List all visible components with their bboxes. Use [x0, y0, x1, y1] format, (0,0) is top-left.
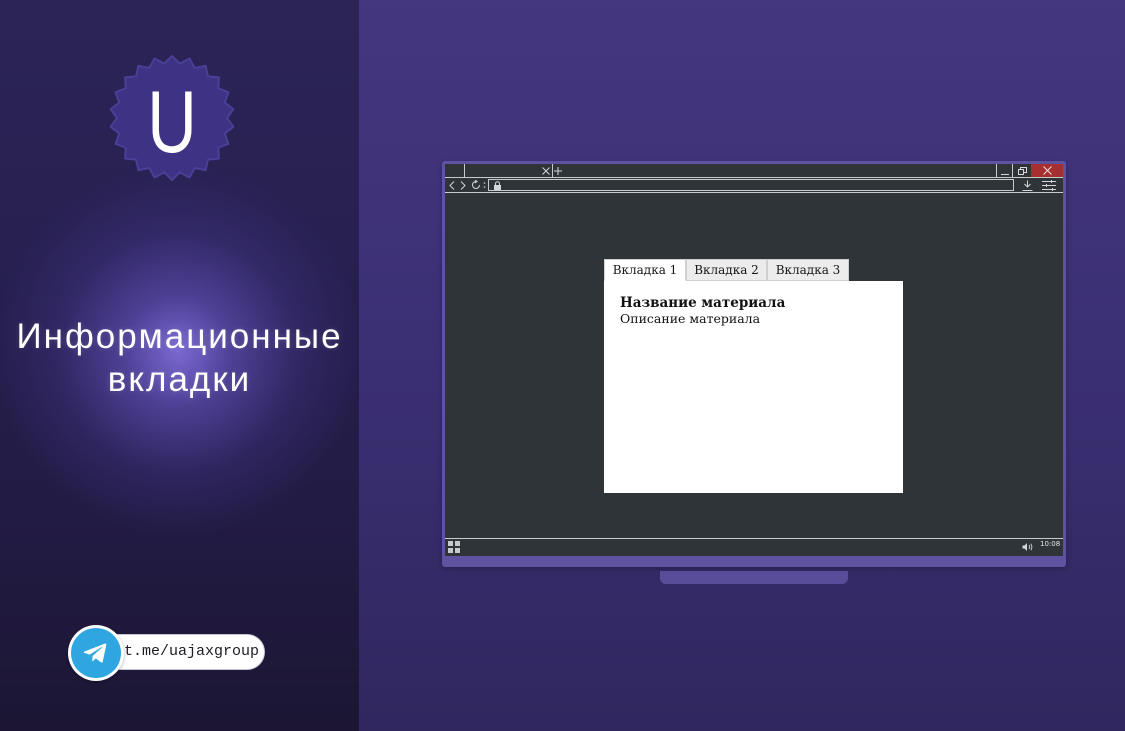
separator-dots-icon: [483, 181, 486, 189]
browser-tab-strip: [445, 164, 1063, 178]
back-icon[interactable]: [448, 180, 455, 190]
minimize-icon: [1000, 167, 1009, 175]
promo-panel: U Информационные вкладки t.me/uajaxgroup: [0, 0, 359, 731]
monitor-stand: [660, 571, 848, 584]
browser-tab[interactable]: [464, 164, 553, 177]
windows-start-icon[interactable]: [448, 541, 460, 553]
window-close-button[interactable]: [1031, 164, 1063, 177]
download-icon[interactable]: [1022, 179, 1033, 191]
widget-tab-3[interactable]: Вкладка 3: [767, 259, 849, 281]
telegram-icon: [71, 628, 121, 678]
taskbar: 10:08: [445, 538, 1063, 556]
widget-tab-2[interactable]: Вкладка 2: [686, 259, 767, 281]
monitor-screen: Вкладка 1 Вкладка 2 Вкладка 3 Название м…: [445, 164, 1063, 556]
restore-icon: [1017, 166, 1027, 175]
close-icon: [1042, 166, 1052, 175]
close-tab-icon[interactable]: [541, 166, 550, 175]
settings-icon[interactable]: [1042, 179, 1056, 191]
plus-icon[interactable]: [553, 166, 562, 175]
reload-icon[interactable]: [471, 180, 481, 190]
lock-icon: [493, 180, 502, 190]
restore-button[interactable]: [1012, 164, 1031, 177]
monitor-frame: Вкладка 1 Вкладка 2 Вкладка 3 Название м…: [442, 161, 1066, 567]
minimize-button[interactable]: [996, 164, 1012, 177]
promo-title-line1: Информационные: [16, 317, 343, 356]
telegram-badge[interactable]: [68, 625, 124, 681]
material-title: Название материала: [620, 295, 786, 311]
speaker-icon[interactable]: [1022, 542, 1034, 552]
taskbar-clock: 10:08: [1040, 540, 1061, 548]
widget-tab-panel: Название материала Описание материала: [604, 281, 903, 493]
browser-toolbar: [445, 178, 1063, 193]
material-description: Описание материала: [620, 311, 761, 326]
promo-title-line2: вкладки: [107, 360, 252, 399]
promo-title: Информационные вкладки: [0, 315, 359, 401]
telegram-link-text[interactable]: t.me/uajaxgroup: [124, 635, 259, 669]
logo-letter: U: [147, 73, 197, 171]
forward-icon[interactable]: [459, 180, 466, 190]
logo-badge: U: [109, 55, 235, 181]
widget-tab-1[interactable]: Вкладка 1: [604, 259, 686, 281]
address-bar[interactable]: [488, 179, 1014, 191]
